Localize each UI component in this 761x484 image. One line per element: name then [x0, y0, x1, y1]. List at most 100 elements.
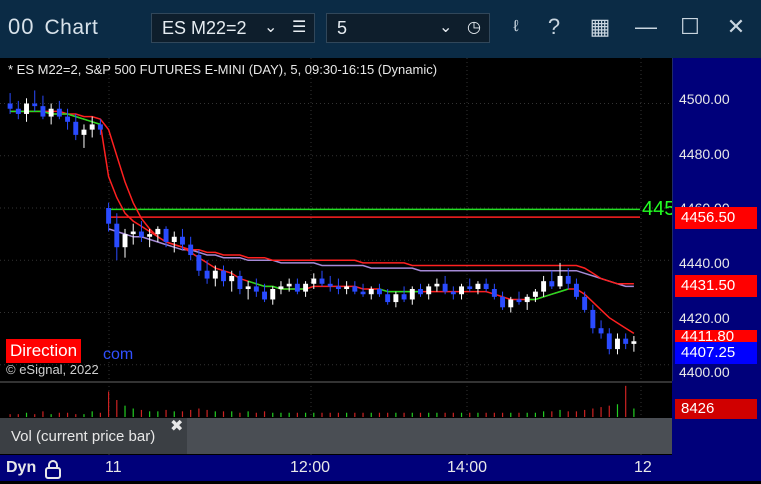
volume-bar — [616, 404, 619, 417]
volume-bar — [231, 411, 233, 417]
volume-bar — [91, 411, 93, 417]
volume-bar — [584, 409, 586, 417]
candle-body — [7, 103, 13, 109]
price-tick: 4480.00 — [679, 146, 730, 162]
candle-body — [327, 283, 333, 287]
volume-bar — [567, 411, 569, 417]
volume-bar — [280, 412, 282, 417]
candle-body — [426, 286, 432, 295]
candle-body — [286, 283, 292, 287]
candle-body — [212, 270, 218, 279]
candle-body — [385, 294, 391, 303]
price-tick: 4420.00 — [679, 310, 730, 326]
candle-body — [303, 283, 309, 292]
volume-bar — [428, 412, 430, 417]
volume-bar — [575, 411, 578, 417]
volume-bar — [485, 412, 487, 417]
price-tick: 4500.00 — [679, 91, 730, 107]
volume-bar — [510, 412, 512, 417]
candle-body — [368, 289, 374, 295]
candle-body — [171, 236, 177, 242]
volume-bar — [304, 412, 307, 417]
candle-body — [56, 108, 62, 117]
moving-average-green-segment — [10, 110, 101, 126]
candle-body — [65, 116, 71, 122]
candle-body — [557, 275, 563, 287]
volume-bar — [124, 405, 126, 417]
candle-body — [500, 296, 506, 308]
candle-body — [229, 275, 235, 282]
volume-bar — [34, 414, 36, 417]
volume-bar — [42, 411, 44, 417]
direction-link[interactable]: com — [103, 346, 133, 364]
volume-bar — [313, 412, 315, 417]
volume-bar — [411, 412, 413, 417]
dynamic-mode-label[interactable]: Dyn — [6, 459, 36, 477]
candle-body — [508, 299, 514, 308]
candle-body — [311, 278, 317, 284]
volume-bar — [354, 412, 356, 417]
direction-button[interactable]: Direction — [6, 339, 82, 363]
time-label: 12:00 — [290, 459, 331, 476]
lock-icon[interactable] — [44, 459, 62, 484]
price-tick: 4440.00 — [679, 255, 730, 271]
candle-body — [106, 208, 112, 224]
candle-body — [598, 328, 604, 334]
volume-bar — [460, 412, 463, 417]
candle-body — [138, 231, 144, 237]
volume-bar — [370, 412, 372, 417]
volume-bar — [592, 408, 594, 417]
candle-body — [270, 289, 276, 300]
price-box-red-level: 4456.50 — [675, 207, 757, 229]
volume-bar — [329, 412, 331, 417]
time-label: 12 — [634, 459, 652, 476]
volume-bar — [559, 409, 561, 417]
candle-body — [163, 228, 169, 242]
candle-body — [221, 270, 226, 282]
volume-bar — [534, 412, 537, 417]
volume-bar — [206, 409, 208, 417]
volume-bar — [436, 412, 438, 417]
candle-body — [253, 286, 259, 292]
price-box-ma: 4431.50 — [675, 275, 757, 297]
volume-bar — [198, 408, 200, 417]
candle-body — [40, 106, 46, 117]
candle-body — [606, 333, 612, 350]
volume-bar — [263, 411, 266, 417]
candle-body — [491, 289, 497, 297]
volume-bar — [222, 411, 225, 417]
volume-bar — [625, 385, 627, 417]
candle-body — [623, 338, 629, 344]
volume-bar — [9, 414, 11, 417]
volume-bar — [551, 411, 553, 417]
volume-bar — [190, 409, 192, 417]
candle-body — [442, 283, 448, 292]
close-study-icon[interactable]: ✖ — [170, 416, 183, 436]
volume-bar — [337, 412, 340, 417]
candle-body — [262, 291, 268, 300]
moving-average-fast — [10, 110, 635, 335]
volume-bar — [99, 412, 101, 417]
candle-body — [32, 103, 38, 107]
candle-body — [122, 234, 128, 248]
candle-body — [475, 283, 481, 290]
chart-header: * ES M22=2, S&P 500 FUTURES E-MINI (DAY)… — [8, 62, 438, 77]
volume-study-label: Vol (current price bar) — [11, 428, 156, 445]
candle-body — [24, 103, 29, 114]
moving-average-slow — [10, 110, 634, 285]
candle-body — [573, 283, 579, 297]
candle-body — [278, 286, 284, 290]
volume-bar — [255, 412, 257, 417]
volume-bar — [608, 405, 610, 417]
candle-body — [393, 294, 399, 303]
volume-bar — [543, 411, 545, 417]
volume-bar — [321, 412, 323, 417]
candle-body — [549, 281, 555, 287]
volume-value-badge: 8426 — [675, 399, 757, 419]
candle-body — [376, 289, 382, 295]
time-axis[interactable]: Dyn 11 12:00 14:00 12 — [0, 455, 761, 481]
candle-body — [188, 244, 194, 256]
volume-bar — [633, 408, 635, 417]
candle-body — [344, 286, 350, 290]
candle-body — [565, 275, 571, 284]
